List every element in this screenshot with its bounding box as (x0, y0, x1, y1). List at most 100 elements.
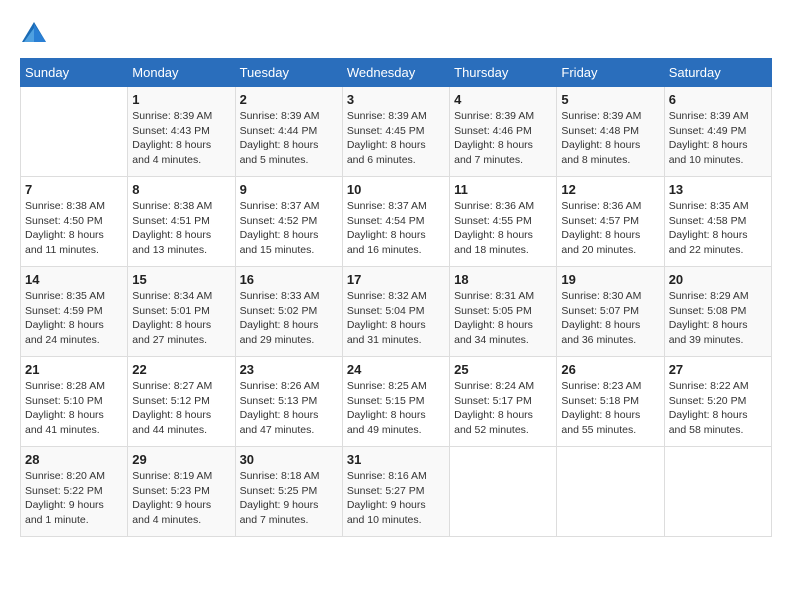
day-cell (664, 447, 771, 537)
day-number: 19 (561, 272, 659, 287)
day-cell: 2 Sunrise: 8:39 AMSunset: 4:44 PMDaylight… (235, 87, 342, 177)
day-info: Sunrise: 8:33 AMSunset: 5:02 PMDaylight:… (240, 289, 338, 348)
day-cell: 27 Sunrise: 8:22 AMSunset: 5:20 PMDayligh… (664, 357, 771, 447)
day-number: 28 (25, 452, 123, 467)
day-number: 16 (240, 272, 338, 287)
day-number: 29 (132, 452, 230, 467)
day-info: Sunrise: 8:32 AMSunset: 5:04 PMDaylight:… (347, 289, 445, 348)
day-number: 14 (25, 272, 123, 287)
day-number: 21 (25, 362, 123, 377)
day-cell: 23Sunrise: 8:26 AMSunset: 5:13 PMDayligh… (235, 357, 342, 447)
day-number: 5 (561, 92, 659, 107)
day-info: Sunrise: 8:16 AMSunset: 5:27 PMDaylight:… (347, 469, 445, 528)
day-cell: 14 Sunrise: 8:35 AMSunset: 4:59 PMDayligh… (21, 267, 128, 357)
day-cell: 9 Sunrise: 8:37 AMSunset: 4:52 PMDaylight… (235, 177, 342, 267)
day-number: 7 (25, 182, 123, 197)
header-saturday: Saturday (664, 59, 771, 87)
day-number: 17 (347, 272, 445, 287)
day-number: 6 (669, 92, 767, 107)
day-cell: 6 Sunrise: 8:39 AMSunset: 4:49 PMDaylight… (664, 87, 771, 177)
day-info: Sunrise: 8:29 AMSunset: 5:08 PMDaylight:… (669, 289, 767, 348)
day-info: Sunrise: 8:37 AMSunset: 4:52 PMDaylight:… (240, 199, 338, 258)
day-number: 4 (454, 92, 552, 107)
week-row-2: 7 Sunrise: 8:38 AMSunset: 4:50 PMDaylight… (21, 177, 772, 267)
day-info: Sunrise: 8:35 AMSunset: 4:59 PMDaylight:… (25, 289, 123, 348)
day-cell: 17 Sunrise: 8:32 AMSunset: 5:04 PMDayligh… (342, 267, 449, 357)
week-row-5: 28 Sunrise: 8:20 AMSunset: 5:22 PMDayligh… (21, 447, 772, 537)
day-cell (557, 447, 664, 537)
day-cell (450, 447, 557, 537)
day-cell: 1Sunrise: 8:39 AMSunset: 4:43 PMDaylight… (128, 87, 235, 177)
day-info: Sunrise: 8:22 AMSunset: 5:20 PMDaylight:… (669, 379, 767, 438)
day-info: Sunrise: 8:18 AMSunset: 5:25 PMDaylight:… (240, 469, 338, 528)
day-cell: 4Sunrise: 8:39 AMSunset: 4:46 PMDaylight… (450, 87, 557, 177)
day-info: Sunrise: 8:20 AMSunset: 5:22 PMDaylight:… (25, 469, 123, 528)
day-cell: 7 Sunrise: 8:38 AMSunset: 4:50 PMDaylight… (21, 177, 128, 267)
day-info: Sunrise: 8:27 AMSunset: 5:12 PMDaylight:… (132, 379, 230, 438)
header-monday: Monday (128, 59, 235, 87)
day-number: 31 (347, 452, 445, 467)
page-header (20, 20, 772, 48)
calendar-table: SundayMondayTuesdayWednesdayThursdayFrid… (20, 58, 772, 537)
day-number: 18 (454, 272, 552, 287)
day-info: Sunrise: 8:36 AMSunset: 4:57 PMDaylight:… (561, 199, 659, 258)
day-cell: 25Sunrise: 8:24 AMSunset: 5:17 PMDayligh… (450, 357, 557, 447)
day-number: 15 (132, 272, 230, 287)
day-info: Sunrise: 8:39 AMSunset: 4:45 PMDaylight:… (347, 109, 445, 168)
header-wednesday: Wednesday (342, 59, 449, 87)
day-cell (21, 87, 128, 177)
day-cell: 20Sunrise: 8:29 AMSunset: 5:08 PMDayligh… (664, 267, 771, 357)
day-number: 30 (240, 452, 338, 467)
header-thursday: Thursday (450, 59, 557, 87)
day-info: Sunrise: 8:39 AMSunset: 4:49 PMDaylight:… (669, 109, 767, 168)
day-number: 10 (347, 182, 445, 197)
day-number: 23 (240, 362, 338, 377)
day-info: Sunrise: 8:36 AMSunset: 4:55 PMDaylight:… (454, 199, 552, 258)
day-number: 12 (561, 182, 659, 197)
day-cell: 28 Sunrise: 8:20 AMSunset: 5:22 PMDayligh… (21, 447, 128, 537)
day-number: 27 (669, 362, 767, 377)
day-cell: 5 Sunrise: 8:39 AMSunset: 4:48 PMDaylight… (557, 87, 664, 177)
day-number: 8 (132, 182, 230, 197)
day-cell: 19 Sunrise: 8:30 AMSunset: 5:07 PMDayligh… (557, 267, 664, 357)
day-cell: 31 Sunrise: 8:16 AMSunset: 5:27 PMDayligh… (342, 447, 449, 537)
day-cell: 18 Sunrise: 8:31 AMSunset: 5:05 PMDayligh… (450, 267, 557, 357)
day-number: 25 (454, 362, 552, 377)
day-info: Sunrise: 8:31 AMSunset: 5:05 PMDaylight:… (454, 289, 552, 348)
day-info: Sunrise: 8:28 AMSunset: 5:10 PMDaylight:… (25, 379, 123, 438)
day-number: 1 (132, 92, 230, 107)
day-cell: 30 Sunrise: 8:18 AMSunset: 5:25 PMDayligh… (235, 447, 342, 537)
logo-icon (20, 20, 48, 48)
day-cell: 16 Sunrise: 8:33 AMSunset: 5:02 PMDayligh… (235, 267, 342, 357)
day-number: 26 (561, 362, 659, 377)
day-info: Sunrise: 8:23 AMSunset: 5:18 PMDaylight:… (561, 379, 659, 438)
day-number: 24 (347, 362, 445, 377)
day-info: Sunrise: 8:37 AMSunset: 4:54 PMDaylight:… (347, 199, 445, 258)
day-number: 9 (240, 182, 338, 197)
day-number: 11 (454, 182, 552, 197)
day-cell: 22 Sunrise: 8:27 AMSunset: 5:12 PMDayligh… (128, 357, 235, 447)
day-cell: 11 Sunrise: 8:36 AMSunset: 4:55 PMDayligh… (450, 177, 557, 267)
day-cell: 21 Sunrise: 8:28 AMSunset: 5:10 PMDayligh… (21, 357, 128, 447)
logo (20, 20, 52, 48)
header-friday: Friday (557, 59, 664, 87)
day-info: Sunrise: 8:39 AMSunset: 4:48 PMDaylight:… (561, 109, 659, 168)
day-number: 2 (240, 92, 338, 107)
day-info: Sunrise: 8:30 AMSunset: 5:07 PMDaylight:… (561, 289, 659, 348)
day-number: 13 (669, 182, 767, 197)
day-info: Sunrise: 8:34 AMSunset: 5:01 PMDaylight:… (132, 289, 230, 348)
day-cell: 13Sunrise: 8:35 AMSunset: 4:58 PMDayligh… (664, 177, 771, 267)
day-info: Sunrise: 8:38 AMSunset: 4:51 PMDaylight:… (132, 199, 230, 258)
day-info: Sunrise: 8:39 AMSunset: 4:44 PMDaylight:… (240, 109, 338, 168)
day-cell: 3 Sunrise: 8:39 AMSunset: 4:45 PMDaylight… (342, 87, 449, 177)
day-info: Sunrise: 8:38 AMSunset: 4:50 PMDaylight:… (25, 199, 123, 258)
day-info: Sunrise: 8:25 AMSunset: 5:15 PMDaylight:… (347, 379, 445, 438)
week-row-3: 14 Sunrise: 8:35 AMSunset: 4:59 PMDayligh… (21, 267, 772, 357)
day-number: 3 (347, 92, 445, 107)
day-cell: 12 Sunrise: 8:36 AMSunset: 4:57 PMDayligh… (557, 177, 664, 267)
header-tuesday: Tuesday (235, 59, 342, 87)
header-sunday: Sunday (21, 59, 128, 87)
day-number: 22 (132, 362, 230, 377)
day-info: Sunrise: 8:19 AMSunset: 5:23 PMDaylight:… (132, 469, 230, 528)
day-cell: 15 Sunrise: 8:34 AMSunset: 5:01 PMDayligh… (128, 267, 235, 357)
